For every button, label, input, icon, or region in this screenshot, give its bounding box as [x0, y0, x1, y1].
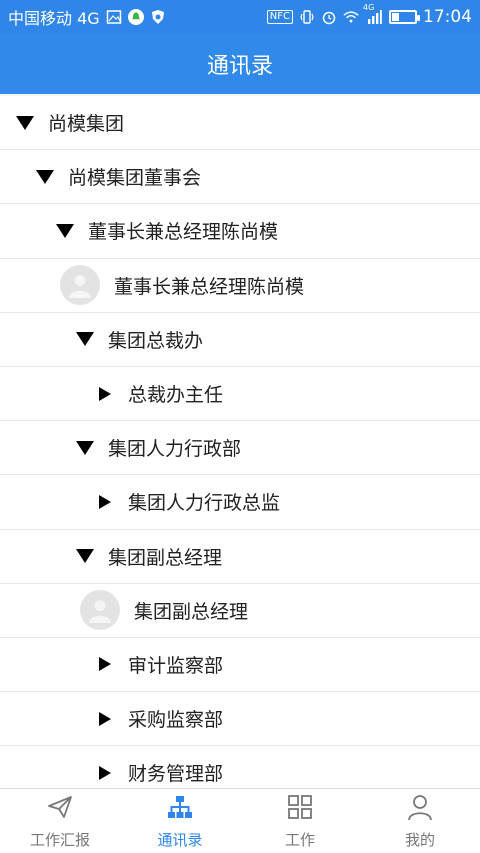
user-icon	[406, 793, 434, 825]
nav-tab-label: 工作汇报	[29, 830, 90, 849]
caret-right-icon[interactable]	[94, 711, 116, 726]
caret-right-icon[interactable]	[94, 386, 116, 401]
tree-item-label: 集团人力行政部	[108, 438, 242, 461]
department-row[interactable]: 集团人力行政部	[0, 421, 480, 476]
image-icon	[106, 9, 122, 25]
tree-item-label: 集团副总经理	[108, 546, 223, 569]
caret-down-icon[interactable]	[74, 440, 96, 455]
carrier-label: 中国移动 4G	[8, 9, 100, 28]
tree-item-label: 尚模集团	[48, 113, 125, 136]
avatar	[60, 265, 100, 306]
department-row[interactable]: 审计监察部	[0, 637, 480, 693]
page-title: 通讯录	[206, 54, 273, 79]
nfc-icon: NFC	[266, 10, 293, 24]
nav-tab-0[interactable]: 工作汇报	[0, 789, 120, 853]
nav-tab-3[interactable]: 我的	[360, 789, 480, 853]
vibrate-icon	[299, 9, 315, 25]
contact-tree: 尚模集团 尚模集团董事会 董事长兼总经理陈尚模 董事长兼总经理陈尚模 集团总裁办 总裁办主…	[0, 96, 480, 788]
tree-item-label: 审计监察部	[128, 654, 224, 677]
department-row[interactable]: 尚模集团董事会	[0, 150, 480, 205]
tree-item-label: 董事长兼总经理陈尚模	[88, 221, 279, 244]
wifi-icon	[343, 9, 359, 25]
tree-item-label: 财务管理部	[128, 763, 224, 786]
department-row[interactable]: 集团副总经理	[0, 529, 480, 584]
nav-tab-label: 工作	[284, 830, 315, 849]
caret-down-icon[interactable]	[14, 115, 36, 130]
battery-icon	[389, 10, 420, 24]
tree-item-label: 采购监察部	[128, 709, 224, 732]
nav-tab-1[interactable]: 通讯录	[120, 789, 240, 853]
org-chart-icon	[166, 793, 194, 825]
tree-item-label: 总裁办主任	[128, 384, 224, 407]
caret-right-icon[interactable]	[94, 657, 116, 672]
caret-right-icon[interactable]	[94, 765, 116, 780]
nav-tab-label: 通讯录	[157, 830, 203, 849]
caret-down-icon[interactable]	[74, 332, 96, 347]
tree-item-label: 集团副总经理	[134, 600, 249, 623]
signal-tag: 4G	[363, 3, 375, 12]
caret-down-icon[interactable]	[54, 223, 76, 238]
department-row[interactable]: 采购监察部	[0, 692, 480, 747]
tree-item-label: 董事长兼总经理陈尚模	[114, 275, 305, 298]
tree-item-label: 集团人力行政总监	[128, 492, 281, 515]
caret-down-icon[interactable]	[74, 549, 96, 564]
alarm-icon	[321, 9, 337, 25]
department-row[interactable]: 集团总裁办	[0, 312, 480, 367]
bottom-nav: 工作汇报 通讯录 工作 我的	[0, 788, 480, 853]
caret-down-icon[interactable]	[34, 169, 56, 184]
department-row[interactable]: 总裁办主任	[0, 366, 480, 422]
notification-app-icon	[127, 9, 144, 25]
app-header: 通讯录	[0, 34, 480, 94]
department-row[interactable]: 集团人力行政总监	[0, 475, 480, 530]
paper-plane-icon	[46, 793, 74, 825]
cell-signal-icon: 4G	[363, 3, 383, 25]
clock: 17:04	[423, 7, 472, 27]
tree-item-label: 集团总裁办	[108, 329, 204, 352]
department-row[interactable]: 尚模集团	[0, 96, 480, 151]
shield-icon	[150, 9, 166, 25]
avatar	[80, 590, 120, 631]
contact-row[interactable]: 集团副总经理	[0, 583, 480, 638]
grid-icon	[286, 793, 314, 825]
department-row[interactable]: 董事长兼总经理陈尚模	[0, 204, 480, 259]
caret-right-icon[interactable]	[94, 494, 116, 509]
nav-tab-label: 我的	[404, 830, 435, 849]
department-row[interactable]: 财务管理部	[0, 746, 480, 788]
tree-item-label: 尚模集团董事会	[68, 167, 202, 190]
nav-tab-2[interactable]: 工作	[240, 789, 360, 853]
contact-row[interactable]: 董事长兼总经理陈尚模	[0, 258, 480, 313]
status-bar: 中国移动 4G NFC 4G 17:04	[0, 0, 480, 34]
